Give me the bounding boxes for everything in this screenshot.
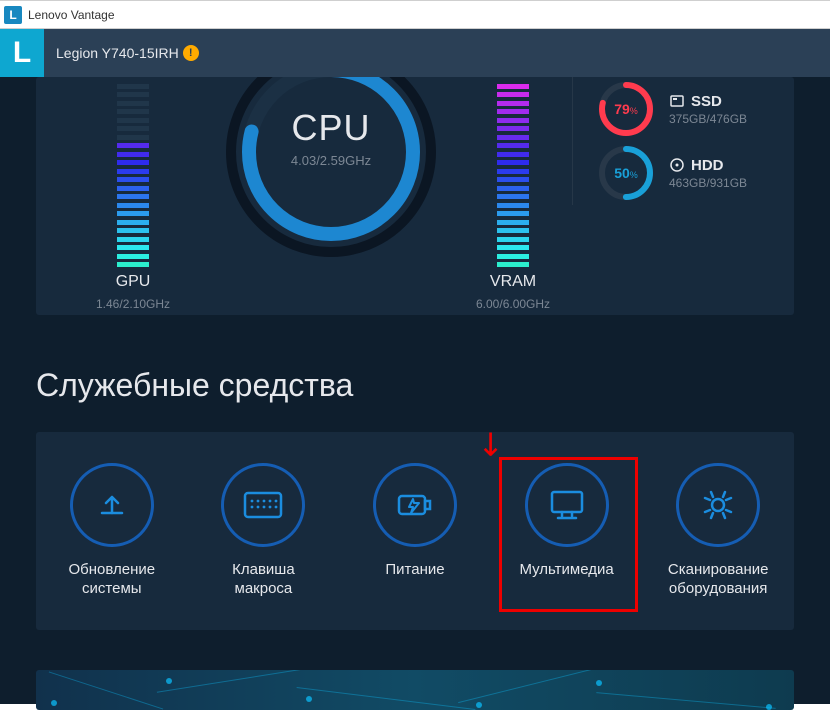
model-name: Legion Y740-15IRH: [56, 45, 179, 61]
tool-label: Сканированиеоборудования: [668, 561, 769, 599]
hdd-ring: 50%: [597, 144, 655, 202]
tools-panel: ОбновлениесистемыКлавишамакросаПитаниеМу…: [36, 432, 794, 630]
warning-icon[interactable]: !: [183, 45, 199, 61]
cpu-ring-icon: [216, 77, 446, 267]
hdd-cap: 463GB/931GB: [669, 176, 747, 190]
tool-system-update[interactable]: Обновлениесистемы: [36, 432, 188, 630]
ssd-cap: 375GB/476GB: [669, 112, 747, 126]
gpu-label: GPU: [116, 273, 151, 291]
status-panel: GPU 1.46/2.10GHz CPU 4.03/2.59GHz VRAM 6…: [36, 77, 794, 315]
app-header: L Legion Y740-15IRH !: [0, 29, 830, 77]
tool-label: Клавишамакроса: [232, 561, 295, 599]
tool-label: Обновлениесистемы: [68, 561, 155, 599]
cpu-sub: 4.03/2.59GHz: [291, 153, 371, 168]
hw-scan-icon: [676, 463, 760, 547]
tool-label: Питание: [385, 561, 444, 599]
lenovo-logo-icon: L: [0, 29, 44, 77]
vram-bar-icon: [497, 81, 529, 267]
gpu-bar-icon: [117, 81, 149, 267]
power-icon: [373, 463, 457, 547]
storage-row-ssd: 79% SSD 375GB/476GB: [597, 77, 794, 141]
hdd-name: HDD: [691, 157, 724, 174]
vram-meter: VRAM 6.00/6.00GHz: [476, 77, 550, 311]
next-panel: [36, 670, 794, 710]
tool-power[interactable]: Питание: [339, 432, 491, 630]
section-title-tools: Служебные средства: [36, 367, 794, 404]
app-icon: L: [4, 6, 22, 24]
ssd-name: SSD: [691, 93, 722, 110]
content-area: GPU 1.46/2.10GHz CPU 4.03/2.59GHz VRAM 6…: [0, 77, 830, 704]
window-title-bar: L Lenovo Vantage: [0, 0, 830, 29]
storage-row-hdd: 50% HDD 463GB/931GB: [597, 141, 794, 205]
cpu-meter: CPU 4.03/2.59GHz: [216, 77, 446, 272]
window-title: Lenovo Vantage: [28, 8, 115, 22]
ssd-ring: 79%: [597, 80, 655, 138]
storage-block: 79% SSD 375GB/476GB 50%: [572, 77, 794, 205]
macro-key-icon: [221, 463, 305, 547]
tool-macro-key[interactable]: Клавишамакроса: [188, 432, 340, 630]
vram-sub: 6.00/6.00GHz: [476, 297, 550, 311]
annotation-highlight: [499, 457, 638, 612]
system-update-icon: [70, 463, 154, 547]
tool-hw-scan[interactable]: Сканированиеоборудования: [642, 432, 794, 630]
gpu-sub: 1.46/2.10GHz: [96, 297, 170, 311]
drive-icon: [669, 93, 685, 109]
drive-icon: [669, 157, 685, 173]
gpu-meter: GPU 1.46/2.10GHz: [96, 77, 170, 311]
cpu-label: CPU: [291, 107, 370, 149]
vram-label: VRAM: [490, 273, 536, 291]
hdd-pct: 50%: [597, 144, 655, 202]
ssd-pct: 79%: [597, 80, 655, 138]
